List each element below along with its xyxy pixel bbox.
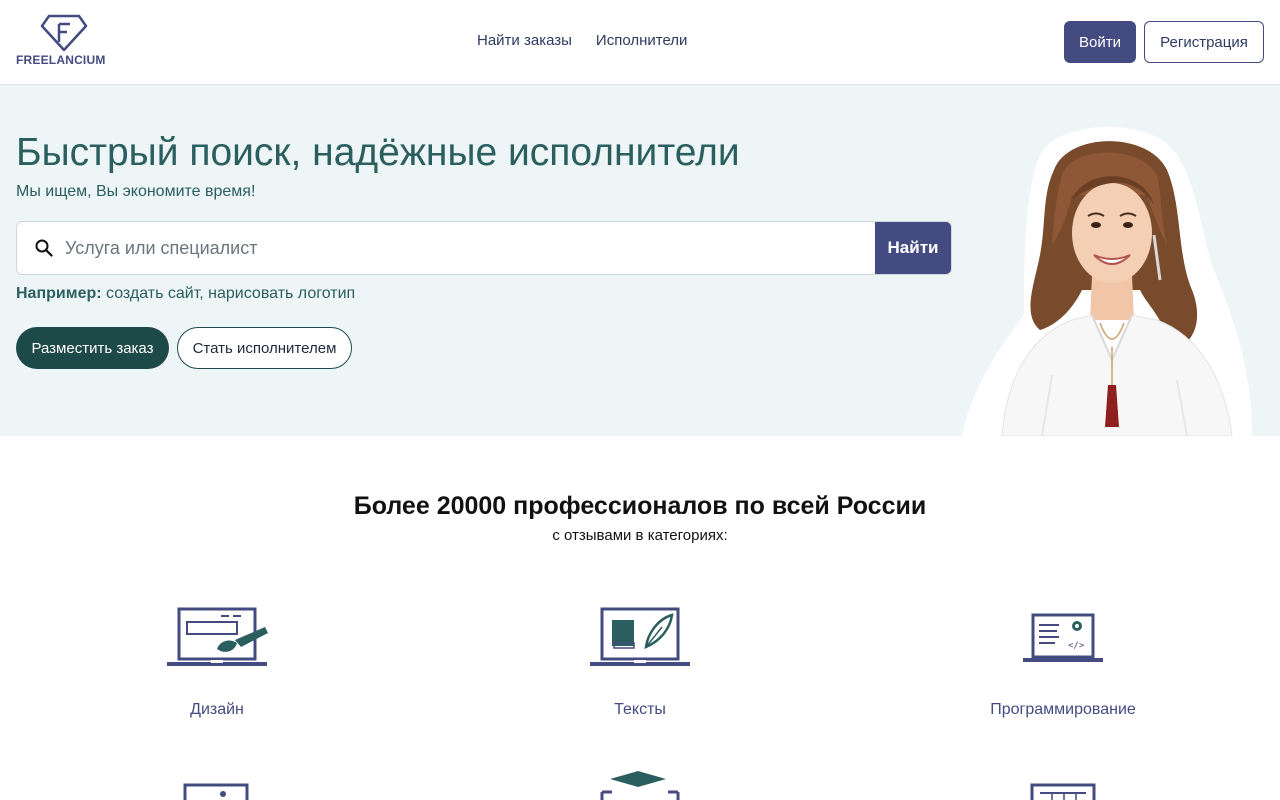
hero-section: Быстрый поиск, надёжные исполнители Мы и… (0, 85, 1280, 436)
category-design-label: Дизайн (190, 701, 244, 718)
login-button[interactable]: Войти (1064, 21, 1136, 63)
place-order-button[interactable]: Разместить заказ (16, 327, 169, 369)
example-create-site[interactable]: создать сайт (106, 285, 199, 302)
hero-woman-photo (962, 126, 1252, 436)
category-icon-partial-3 (1030, 783, 1096, 800)
register-button[interactable]: Регистрация (1144, 21, 1264, 63)
logo-diamond-icon (40, 14, 88, 52)
category-design[interactable]: Дизайн (67, 605, 367, 725)
nav-find-orders[interactable]: Найти заказы (477, 32, 572, 49)
search-icon (35, 239, 53, 262)
search-box: Найти (16, 221, 952, 275)
stats-title: Более 20000 профессионалов по всей Росси… (353, 492, 927, 520)
become-freelancer-button[interactable]: Стать исполнителем (177, 327, 352, 369)
hero-title: Быстрый поиск, надёжные исполнители (16, 131, 740, 174)
category-programming[interactable]: </> Программирование (913, 605, 1213, 725)
example-separator: , (199, 285, 209, 302)
category-programming-label: Программирование (990, 701, 1136, 718)
search-examples: Например: создать сайт, нарисовать логот… (16, 285, 355, 303)
programming-icon: </> (1023, 613, 1103, 662)
graduation-cap-icon (600, 771, 680, 800)
category-texts-label: Тексты (614, 701, 666, 718)
hero-subtitle: Мы ищем, Вы экономите время! (16, 183, 256, 200)
texts-icon (590, 607, 690, 666)
stats-subtitle: с отзывами в категориях: (552, 527, 728, 544)
category-texts[interactable]: Тексты (490, 605, 790, 725)
search-input[interactable] (65, 222, 875, 274)
category-icon-partial-1 (183, 783, 249, 800)
logo-text: FREELANCIUM (16, 53, 106, 67)
logo[interactable]: FREELANCIUM (16, 14, 112, 68)
design-icon (167, 607, 268, 666)
site-header: FREELANCIUM Найти заказы Исполнители Вой… (0, 0, 1280, 85)
search-button[interactable]: Найти (875, 222, 951, 274)
svg-text:</>: </> (1068, 641, 1085, 651)
nav-freelancers[interactable]: Исполнители (596, 32, 688, 49)
example-draw-logo[interactable]: нарисовать логотип (208, 285, 355, 302)
main-nav: Найти заказы Исполнители (477, 32, 687, 49)
example-label: Например: (16, 285, 102, 302)
